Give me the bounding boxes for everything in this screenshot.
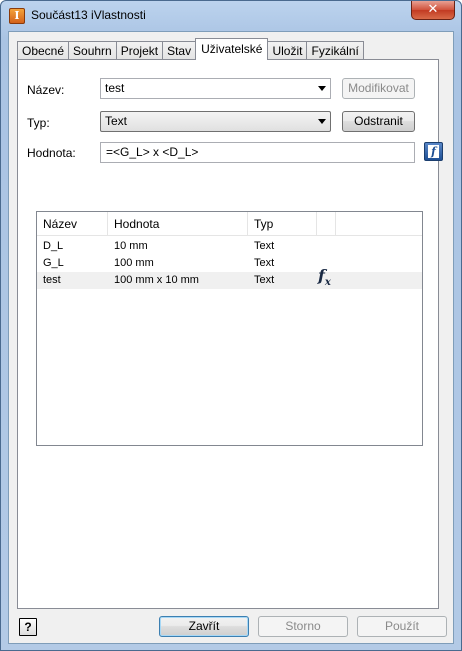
delete-button[interactable]: Odstranit: [342, 111, 415, 132]
column-header-name[interactable]: Název: [37, 212, 108, 235]
column-header-type[interactable]: Typ: [248, 212, 317, 235]
table-header: Název Hodnota Typ: [37, 212, 422, 236]
cell-value: 10 mm: [114, 240, 148, 252]
tab-project[interactable]: Projekt: [115, 41, 164, 60]
cell-value: 100 mm x 10 mm: [114, 274, 199, 286]
fx-editor-icon: f: [428, 145, 439, 158]
cell-name: D_L: [43, 240, 64, 252]
value-label: Hodnota:: [27, 146, 76, 160]
tab-strip: Obecné Souhrn Projekt Stav Uživatelské U…: [17, 38, 364, 60]
title-bar[interactable]: I Součást13 iVlastnosti ✕: [1, 1, 461, 31]
cell-name: test: [43, 274, 61, 286]
custom-properties-panel: Název: test Modifikovat Typ: Text Odstra…: [17, 59, 443, 609]
table-row[interactable]: D_L 10 mm Text: [37, 238, 422, 255]
type-label: Typ:: [27, 116, 50, 130]
name-combobox[interactable]: test: [100, 78, 331, 99]
cell-type: Text: [254, 274, 275, 286]
column-header-formula[interactable]: [317, 212, 336, 235]
chevron-down-icon[interactable]: [318, 86, 326, 91]
value-input[interactable]: =<G_L> x <D_L>: [100, 142, 415, 163]
apply-button[interactable]: Použít: [357, 616, 447, 637]
name-label: Název:: [27, 83, 65, 97]
properties-table[interactable]: Název Hodnota Typ D_L 10 mm Text G_L 100…: [36, 211, 423, 446]
cell-type: Text: [254, 257, 275, 269]
cancel-button[interactable]: Storno: [258, 616, 348, 637]
cell-value: 100 mm: [114, 257, 154, 269]
tab-status[interactable]: Stav: [162, 41, 197, 60]
cell-name: G_L: [43, 257, 64, 269]
table-row[interactable]: G_L 100 mm Text: [37, 255, 422, 272]
dialog-window: I Součást13 iVlastnosti ✕ Obecné Souhrn …: [0, 0, 462, 651]
close-window-button[interactable]: ✕: [411, 1, 455, 20]
dialog-button-bar: ? Zavřít Storno Použít: [9, 609, 453, 644]
window-title: Součást13 iVlastnosti: [31, 8, 146, 22]
tab-physical[interactable]: Fyzikální: [306, 41, 364, 60]
expression-editor-button[interactable]: f: [424, 142, 443, 161]
name-value: test: [105, 81, 125, 95]
table-row-selected[interactable]: test 100 mm x 10 mm Text fx: [37, 266, 422, 289]
dialog-client-area: Obecné Souhrn Projekt Stav Uživatelské U…: [8, 31, 454, 644]
type-value: Text: [105, 114, 128, 128]
cell-type: Text: [254, 240, 275, 252]
type-select[interactable]: Text: [100, 111, 331, 132]
formula-icon: fx: [318, 266, 331, 289]
column-header-value[interactable]: Hodnota: [108, 212, 248, 235]
modify-button[interactable]: Modifikovat: [342, 78, 415, 99]
tab-summary[interactable]: Souhrn: [68, 41, 117, 60]
tab-custom[interactable]: Uživatelské: [195, 38, 269, 60]
help-icon[interactable]: ?: [19, 618, 37, 636]
inventor-app-icon: I: [9, 8, 25, 24]
chevron-down-icon[interactable]: [318, 119, 326, 124]
close-button[interactable]: Zavřít: [159, 616, 249, 637]
tab-general[interactable]: Obecné: [17, 41, 70, 60]
tab-save[interactable]: Uložit: [267, 41, 308, 60]
